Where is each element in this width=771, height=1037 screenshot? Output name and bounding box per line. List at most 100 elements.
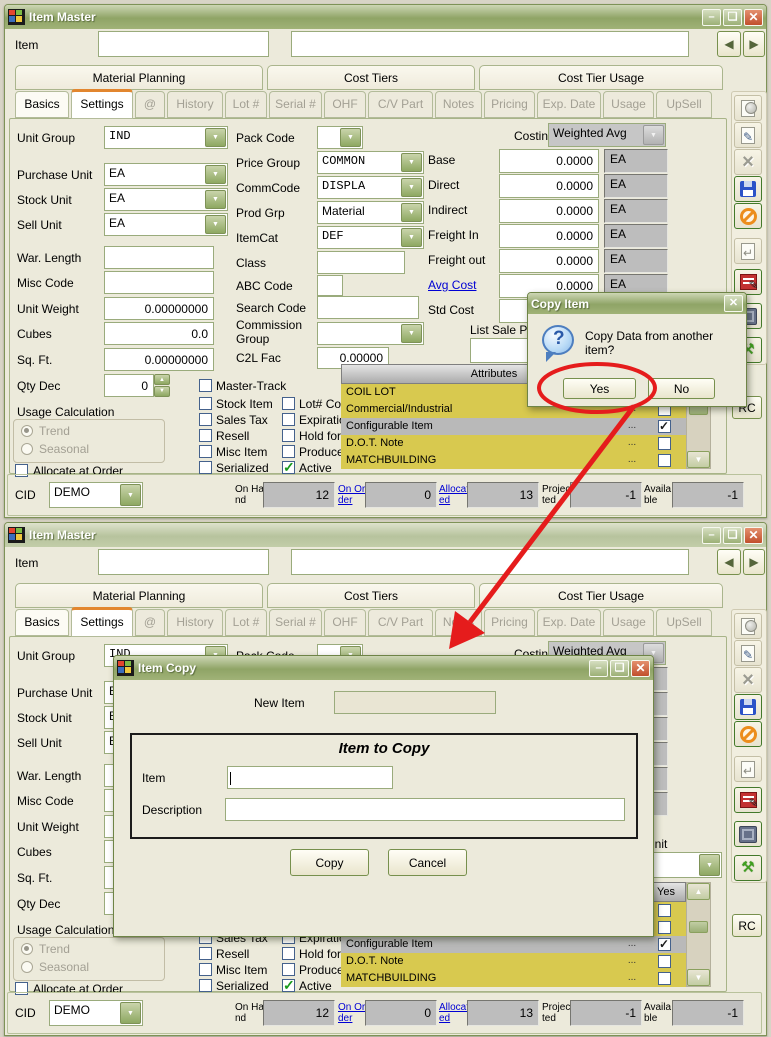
freight-out-input[interactable]: [499, 249, 599, 273]
tab-basics[interactable]: Basics: [15, 91, 69, 118]
safe-icon[interactable]: [734, 821, 762, 847]
tab-cost-tier-usage[interactable]: Cost Tier Usage: [479, 583, 723, 608]
close-icon[interactable]: ✕: [724, 295, 743, 312]
dropdown-arrow-icon[interactable]: ▼: [401, 178, 422, 197]
next-record-button[interactable]: ▶: [743, 549, 765, 575]
attribute-row[interactable]: D.O.T. Note: [341, 953, 618, 970]
dropdown-arrow-icon[interactable]: ▼: [340, 128, 361, 147]
attribute-row[interactable]: MATCHBUILDING: [341, 970, 618, 987]
tab-cost-tier-usage[interactable]: Cost Tier Usage: [479, 65, 723, 90]
price-group-combo[interactable]: COMMON▼: [317, 151, 424, 174]
dropdown-arrow-icon[interactable]: ▼: [401, 203, 422, 222]
tab-material-planning[interactable]: Material Planning: [15, 583, 263, 608]
sale-unit-combo[interactable]: ▼: [642, 852, 722, 878]
copy-button[interactable]: Copy: [290, 849, 369, 876]
stock-unit-combo[interactable]: EA▼: [104, 188, 228, 211]
dropdown-arrow-icon[interactable]: ▼: [205, 128, 226, 147]
attribute-more-button[interactable]: ...: [618, 418, 646, 435]
attribute-checkbox[interactable]: [658, 420, 671, 433]
maximize-button[interactable]: ❑: [723, 527, 742, 544]
direct-cost-input[interactable]: [499, 174, 599, 198]
dropdown-arrow-icon[interactable]: ▼: [120, 1002, 141, 1024]
dropdown-arrow-icon[interactable]: ▼: [205, 165, 226, 184]
save-icon[interactable]: [734, 176, 762, 202]
close-button[interactable]: ✕: [744, 527, 763, 544]
attribute-checkbox[interactable]: [658, 955, 671, 968]
attribute-checkbox[interactable]: [658, 921, 671, 934]
dropdown-arrow-icon[interactable]: ▼: [120, 484, 141, 506]
war-length-input[interactable]: [104, 246, 214, 269]
cid-combo[interactable]: DEMO▼: [49, 482, 143, 508]
copy-item-input[interactable]: [227, 766, 393, 789]
avg-cost-link[interactable]: Avg Cost: [428, 278, 476, 292]
dropdown-arrow-icon[interactable]: ▼: [205, 190, 226, 209]
dropdown-arrow-icon[interactable]: ▼: [401, 153, 422, 172]
dropdown-arrow-icon[interactable]: ▼: [401, 324, 422, 343]
on-order-link[interactable]: On Order: [338, 484, 368, 506]
unit-group-combo[interactable]: IND▼: [104, 126, 228, 149]
class-input[interactable]: [317, 251, 405, 274]
attribute-more-button[interactable]: ...: [618, 970, 646, 987]
allocated-link[interactable]: Allocated: [439, 484, 469, 506]
cid-combo[interactable]: DEMO▼: [49, 1000, 143, 1026]
attribute-more-button[interactable]: ...: [618, 452, 646, 469]
tab-material-planning[interactable]: Material Planning: [15, 65, 263, 90]
dropdown-arrow-icon[interactable]: ▼: [205, 215, 226, 234]
resell-checkbox[interactable]: [199, 947, 212, 960]
save-icon[interactable]: [734, 694, 762, 720]
edit-page-icon[interactable]: ✎: [734, 640, 762, 666]
attribute-more-button[interactable]: ...: [618, 953, 646, 970]
tab-settings[interactable]: Settings: [71, 607, 133, 637]
item-code-input[interactable]: [98, 31, 269, 57]
attribute-checkbox[interactable]: [658, 904, 671, 917]
scroll-thumb[interactable]: [689, 921, 708, 933]
tab-settings[interactable]: Settings: [71, 89, 133, 119]
scroll-down-icon[interactable]: ▼: [687, 969, 710, 986]
prev-record-button[interactable]: ◀: [717, 549, 741, 575]
item-description-input[interactable]: [291, 31, 689, 57]
maximize-button[interactable]: ❑: [610, 660, 629, 677]
scroll-up-icon[interactable]: ▲: [687, 883, 710, 900]
attribute-checkbox[interactable]: [658, 454, 671, 467]
sell-unit-combo[interactable]: EA▼: [104, 213, 228, 236]
close-button[interactable]: ✕: [744, 9, 763, 26]
item-description-input[interactable]: [291, 549, 689, 575]
lot-control-checkbox[interactable]: [282, 397, 295, 410]
freight-in-input[interactable]: [499, 224, 599, 248]
purchase-unit-combo[interactable]: EA▼: [104, 163, 228, 186]
maximize-button[interactable]: ❑: [723, 9, 742, 26]
tab-basics[interactable]: Basics: [15, 609, 69, 636]
attribute-checkbox[interactable]: [658, 938, 671, 951]
comm-code-combo[interactable]: DISPLA▼: [317, 176, 424, 199]
item-cat-combo[interactable]: DEF▼: [317, 226, 424, 249]
hammer-icon[interactable]: ⚒: [734, 855, 762, 881]
attribute-more-button[interactable]: ...: [618, 435, 646, 452]
indirect-cost-input[interactable]: [499, 199, 599, 223]
sales-tax-checkbox[interactable]: [199, 413, 212, 426]
spinner-up-icon[interactable]: ▲: [154, 374, 170, 385]
produce-checkbox[interactable]: [282, 445, 295, 458]
attribute-row[interactable]: Configurable Item: [341, 418, 618, 435]
edit-page-icon[interactable]: ✎: [734, 122, 762, 148]
misc-item-checkbox[interactable]: [199, 963, 212, 976]
allocated-link[interactable]: Allocated: [439, 1002, 469, 1024]
expiration-date-checkbox[interactable]: [282, 413, 295, 426]
minimize-button[interactable]: –: [702, 527, 721, 544]
qty-dec-spinner[interactable]: ▲ ▼: [154, 374, 170, 397]
next-record-button[interactable]: ▶: [743, 31, 765, 57]
resell-checkbox[interactable]: [199, 429, 212, 442]
attribute-checkbox[interactable]: [658, 437, 671, 450]
minimize-button[interactable]: –: [702, 9, 721, 26]
serialized-checkbox[interactable]: [199, 979, 212, 992]
pack-code-combo[interactable]: ▼: [317, 126, 363, 149]
qty-dec-input[interactable]: [104, 374, 154, 397]
tab-cost-tiers[interactable]: Cost Tiers: [267, 65, 475, 90]
abc-code-input[interactable]: [317, 275, 343, 296]
search-code-input[interactable]: [317, 296, 419, 319]
misc-code-input[interactable]: [104, 271, 214, 294]
item-code-input[interactable]: [98, 549, 269, 575]
attribute-checkbox[interactable]: [658, 972, 671, 985]
rc-button[interactable]: RC: [732, 914, 762, 937]
attribute-row[interactable]: D.O.T. Note: [341, 435, 618, 452]
cancel-icon[interactable]: [734, 721, 762, 747]
